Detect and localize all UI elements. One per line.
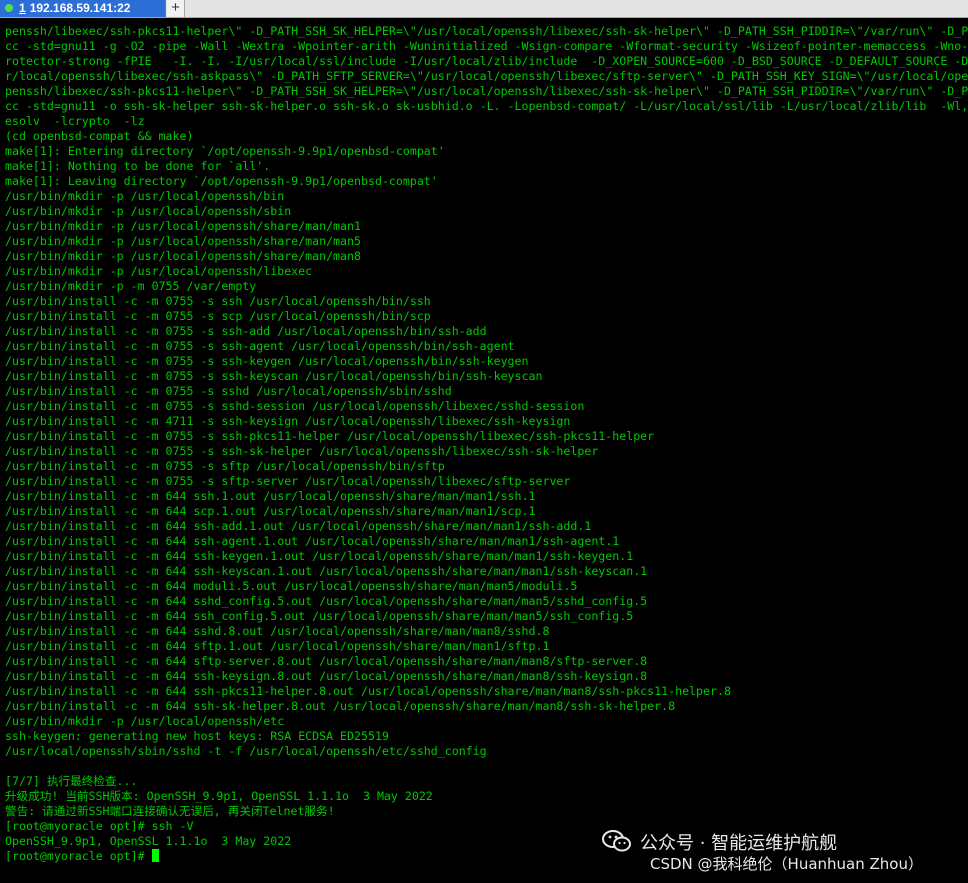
- terminal-line: ssh-keygen: generating new host keys: RS…: [5, 729, 389, 743]
- watermark-csdn: CSDN @我科绝伦（Huanhuan Zhou）: [650, 855, 923, 873]
- terminal-line: /usr/bin/install -c -m 644 sftp.1.out /u…: [5, 639, 550, 653]
- terminal-line: /usr/bin/install -c -m 644 ssh_config.5.…: [5, 609, 634, 623]
- terminal-line: /usr/bin/install -c -m 644 ssh-add.1.out…: [5, 519, 592, 533]
- terminal-line: rotector-strong -fPIE -I. -I. -I/usr/loc…: [5, 54, 968, 68]
- terminal-line: /usr/bin/install -c -m 0755 -s ssh-sk-he…: [5, 444, 599, 458]
- terminal-line: r/local/openssh/libexec/ssh-askpass\" -D…: [5, 69, 968, 83]
- terminal-line: /usr/bin/install -c -m 0755 -s scp /usr/…: [5, 309, 431, 323]
- terminal-line: make[1]: Leaving directory `/opt/openssh…: [5, 174, 438, 188]
- terminal-line: /usr/bin/install -c -m 0755 -s ssh-keysc…: [5, 369, 543, 383]
- terminal-line: esolv -lcrypto -lz: [5, 114, 145, 128]
- terminal-line: /usr/bin/install -c -m 644 ssh-keyscan.1…: [5, 564, 648, 578]
- terminal-line: /usr/bin/install -c -m 0755 -s ssh-add /…: [5, 324, 487, 338]
- terminal-line: /usr/bin/mkdir -p /usr/local/openssh/etc: [5, 714, 285, 728]
- terminal-line: [7/7] 执行最终检查...: [5, 774, 138, 788]
- terminal-line: /usr/bin/install -c -m 0755 -s sshd-sess…: [5, 399, 585, 413]
- terminal-line: /usr/bin/install -c -m 644 ssh-agent.1.o…: [5, 534, 620, 548]
- terminal-line: /usr/bin/install -c -m 644 ssh-pkcs11-he…: [5, 684, 731, 698]
- terminal-line: (cd openbsd-compat && make): [5, 129, 194, 143]
- tab-bar: 1 192.168.59.141:22 +: [0, 0, 968, 18]
- connected-status-icon: [5, 4, 13, 12]
- terminal-line: /usr/bin/mkdir -p /usr/local/openssh/bin: [5, 189, 285, 203]
- terminal-line: /usr/bin/mkdir -p /usr/local/openssh/lib…: [5, 264, 313, 278]
- terminal-line: /usr/bin/install -c -m 0755 -s ssh-pkcs1…: [5, 429, 655, 443]
- tab-number: 1: [19, 1, 26, 15]
- terminal-line: /usr/bin/install -c -m 0755 -s ssh /usr/…: [5, 294, 431, 308]
- terminal-line: /usr/bin/install -c -m 0755 -s ssh-agent…: [5, 339, 515, 353]
- terminal-line: /usr/bin/mkdir -p -m 0755 /var/empty: [5, 279, 257, 293]
- tab-session[interactable]: 1 192.168.59.141:22: [0, 0, 166, 17]
- terminal-line: 警告: 请通过新SSH端口连接确认无误后, 再关闭Telnet服务!: [5, 804, 335, 818]
- terminal-line: /usr/bin/install -c -m 644 sshd.8.out /u…: [5, 624, 550, 638]
- wechat-icon: [602, 829, 632, 859]
- terminal-line: /usr/bin/install -c -m 0755 -s sftp /usr…: [5, 459, 445, 473]
- terminal-line: /usr/bin/install -c -m 0755 -s sshd /usr…: [5, 384, 452, 398]
- terminal-output[interactable]: penssh/libexec/ssh-pkcs11-helper\" -D_PA…: [0, 17, 968, 883]
- terminal-line: /usr/bin/mkdir -p /usr/local/openssh/sha…: [5, 219, 361, 233]
- terminal-line: make[1]: Entering directory `/opt/openss…: [5, 144, 445, 158]
- terminal-line: make[1]: Nothing to be done for `all'.: [5, 159, 271, 173]
- terminal-line: cc -std=gnu11 -g -O2 -pipe -Wall -Wextra…: [5, 39, 968, 53]
- terminal-line: penssh/libexec/ssh-pkcs11-helper\" -D_PA…: [5, 24, 968, 38]
- terminal-line: /usr/bin/install -c -m 644 sshd_config.5…: [5, 594, 648, 608]
- tab-title: 192.168.59.141:22: [29, 1, 131, 15]
- terminal-line: /usr/bin/install -c -m 644 scp.1.out /us…: [5, 504, 536, 518]
- terminal-line: /usr/bin/install -c -m 644 ssh-keygen.1.…: [5, 549, 634, 563]
- terminal-line: /usr/bin/mkdir -p /usr/local/openssh/sbi…: [5, 204, 292, 218]
- terminal-line: /usr/bin/install -c -m 644 ssh-keysign.8…: [5, 669, 648, 683]
- terminal-line: /usr/bin/mkdir -p /usr/local/openssh/sha…: [5, 249, 361, 263]
- terminal-line: /usr/bin/install -c -m 644 ssh-sk-helper…: [5, 699, 676, 713]
- terminal-line: /usr/bin/install -c -m 0755 -s sftp-serv…: [5, 474, 571, 488]
- terminal-line: cc -std=gnu11 -o ssh-sk-helper ssh-sk-he…: [5, 99, 968, 113]
- cursor: [151, 849, 159, 862]
- watermark-text: 公众号 · 智能运维护航舰: [640, 833, 838, 854]
- terminal-line: 升级成功! 当前SSH版本: OpenSSH_9.9p1, OpenSSL 1.…: [5, 789, 433, 803]
- terminal-line: /usr/local/openssh/sbin/sshd -t -f /usr/…: [5, 744, 487, 758]
- terminal-line: /usr/bin/install -c -m 0755 -s ssh-keyge…: [5, 354, 529, 368]
- add-tab-button[interactable]: +: [167, 0, 185, 17]
- terminal-line: /usr/bin/install -c -m 4711 -s ssh-keysi…: [5, 414, 571, 428]
- terminal-line: penssh/libexec/ssh-pkcs11-helper\" -D_PA…: [5, 84, 968, 98]
- terminal-line: /usr/bin/mkdir -p /usr/local/openssh/sha…: [5, 234, 361, 248]
- terminal-line: /usr/bin/install -c -m 644 sftp-server.8…: [5, 654, 648, 668]
- terminal-line: /usr/bin/install -c -m 644 ssh.1.out /us…: [5, 489, 536, 503]
- terminal-line: /usr/bin/install -c -m 644 moduli.5.out …: [5, 579, 578, 593]
